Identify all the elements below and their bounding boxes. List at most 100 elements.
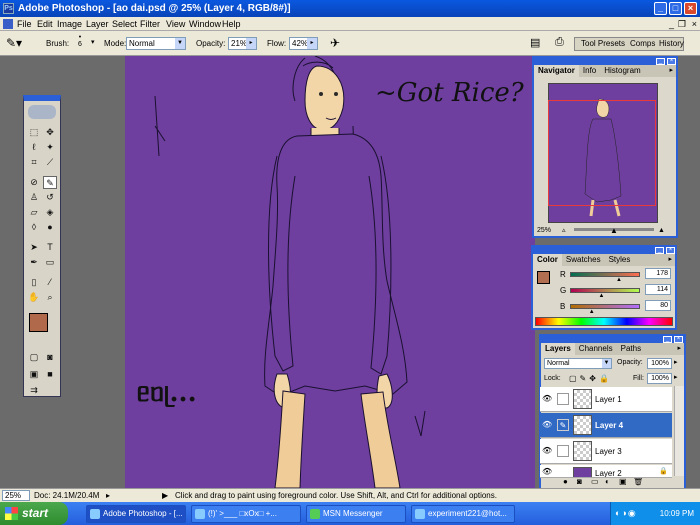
taskbar-item-chat[interactable]: experiment221@hot... [411, 505, 515, 523]
panel-minimize-button[interactable]: _ [656, 58, 665, 65]
healing-brush-tool-icon[interactable]: ⊘ [27, 176, 41, 189]
doc-restore-button[interactable]: ❐ [678, 17, 686, 31]
tab-layers[interactable]: Layers [541, 343, 575, 355]
screen-mode-icon[interactable]: ▣ [27, 368, 41, 381]
hand-tool-icon[interactable]: ✋ [27, 291, 41, 304]
panel-menu-icon[interactable]: ▸ [669, 66, 673, 74]
tab-styles[interactable]: Styles [605, 254, 635, 266]
app-menu-icon[interactable] [3, 19, 13, 29]
chevron-right-icon[interactable]: ▸ [674, 373, 678, 381]
doc-close-button[interactable]: × [692, 17, 697, 31]
tab-info[interactable]: Info [579, 65, 600, 77]
menu-edit[interactable]: Edit [37, 17, 53, 31]
panel-menu-icon[interactable]: ▸ [677, 344, 681, 352]
navigator-zoom-value[interactable]: 25% [537, 225, 551, 236]
tab-paths[interactable]: Paths [617, 343, 645, 355]
panel-menu-icon[interactable]: ▸ [668, 255, 672, 263]
paint-bucket-tool-icon[interactable]: ◈ [43, 206, 57, 219]
pen-tool-icon[interactable]: ✒ [27, 256, 41, 269]
foreground-color-swatch[interactable] [29, 313, 48, 332]
taskbar-item-msn[interactable]: MSN Messenger [306, 505, 406, 523]
dodge-tool-icon[interactable]: ● [43, 221, 57, 234]
mode-select[interactable]: Normal ▼ [126, 37, 186, 50]
link-slot[interactable] [557, 393, 569, 405]
layer-row[interactable]: 👁 ✎ Layer 4 [540, 413, 672, 438]
zoom-slider-thumb[interactable]: ▲ [610, 225, 618, 236]
brush-tool-preset-icon[interactable]: ✎▾ [6, 36, 22, 50]
menu-window[interactable]: Window [189, 17, 221, 31]
print-icon[interactable]: ⎙ [555, 36, 564, 49]
layer-row[interactable]: 👁 Layer 2 🔒 [540, 465, 672, 478]
quick-mask-mode-icon[interactable]: ◙ [43, 351, 57, 364]
brush-picker-arrow-icon[interactable]: ▾ [91, 38, 95, 46]
slice-tool-icon[interactable]: ⟋ [43, 156, 57, 169]
start-button[interactable]: start [0, 502, 68, 525]
menu-select[interactable]: Select [112, 17, 137, 31]
status-doc-size[interactable]: Doc: 24.1M/20.4M [34, 489, 99, 502]
tab-channels[interactable]: Channels [575, 343, 617, 355]
menu-help[interactable]: Help [222, 17, 241, 31]
panel-close-button[interactable]: × [666, 247, 675, 254]
tray-icons[interactable]: ◐◑◉ [615, 502, 637, 525]
flow-field[interactable]: 42% ▸ [289, 37, 318, 50]
crop-tool-icon[interactable]: ⌗ [27, 156, 41, 169]
layer-row[interactable]: 👁 Layer 1 [540, 387, 672, 412]
palette-well-tool-presets[interactable]: Tool Presets [581, 38, 625, 50]
zoom-in-icon[interactable]: ▲ [658, 225, 665, 236]
channel-b-value[interactable]: 80 [645, 300, 671, 311]
channel-g-slider[interactable] [570, 288, 640, 293]
palette-well-comps[interactable]: Comps [630, 38, 655, 50]
blur-tool-icon[interactable]: ◊ [27, 221, 41, 234]
clone-stamp-tool-icon[interactable]: ♙ [27, 191, 41, 204]
brush-icon[interactable]: ✎ [557, 419, 569, 431]
eye-icon[interactable]: 👁 [542, 394, 554, 404]
type-tool-icon[interactable]: T [43, 241, 57, 254]
panel-close-button[interactable]: × [674, 336, 683, 343]
path-selection-tool-icon[interactable]: ➤ [27, 241, 41, 254]
panel-close-button[interactable]: × [667, 58, 676, 65]
channel-b-slider[interactable] [570, 304, 640, 309]
doc-minimize-button[interactable]: _ [669, 17, 674, 31]
lasso-tool-icon[interactable]: ℓ [27, 141, 41, 154]
magic-wand-tool-icon[interactable]: ✦ [43, 141, 57, 154]
brush-picker[interactable]: • 6 [76, 34, 84, 48]
layer-opacity-field[interactable]: 100% [647, 358, 672, 369]
menu-filter[interactable]: Filter [140, 17, 160, 31]
menu-file[interactable]: File [17, 17, 32, 31]
blend-mode-select[interactable]: Normal ▼ [544, 358, 612, 369]
layer-row[interactable]: 👁 Layer 3 [540, 439, 672, 464]
tab-histogram[interactable]: Histogram [600, 65, 644, 77]
eye-icon[interactable]: 👁 [542, 420, 554, 430]
tab-color[interactable]: Color [533, 254, 562, 266]
fullscreen-mode-icon[interactable]: ■ [43, 368, 57, 381]
panel-minimize-button[interactable]: _ [663, 336, 672, 343]
marquee-tool-icon[interactable]: ⬚ [27, 126, 41, 139]
rectangle-tool-icon[interactable]: ▭ [43, 256, 57, 269]
channel-r-slider[interactable] [570, 272, 640, 277]
color-fg-swatch[interactable] [537, 271, 550, 284]
eraser-tool-icon[interactable]: ▱ [27, 206, 41, 219]
eye-icon[interactable]: 👁 [542, 446, 554, 456]
navigator-view-box[interactable] [548, 100, 656, 206]
zoom-tool-icon[interactable]: ⌕ [43, 291, 57, 304]
zoom-out-icon[interactable]: ▵ [562, 225, 566, 236]
link-slot[interactable] [557, 445, 569, 457]
close-button[interactable]: × [684, 2, 697, 15]
channel-r-thumb[interactable]: ▲ [616, 277, 622, 283]
clock[interactable]: 10:09 PM [660, 509, 694, 518]
notes-tool-icon[interactable]: ▯ [27, 276, 41, 289]
status-zoom-field[interactable]: 25% [2, 490, 30, 501]
document-canvas[interactable]: ~Got Rice? ᥱᥝᥨ... [125, 56, 535, 488]
standard-mode-icon[interactable]: ▢ [27, 351, 41, 364]
status-menu-icon[interactable]: ▸ [106, 489, 110, 502]
maximize-button[interactable]: □ [669, 2, 682, 15]
eyedropper-tool-icon[interactable]: ⁄ [43, 276, 57, 289]
color-ramp[interactable] [535, 317, 673, 326]
eye-icon[interactable]: 👁 [542, 467, 554, 477]
taskbar-item-browser[interactable]: (!)' >___ □xOx□ +... [191, 505, 301, 523]
channel-b-thumb[interactable]: ▲ [589, 309, 595, 315]
channel-r-value[interactable]: 178 [645, 268, 671, 279]
layers-scrollbar[interactable] [674, 386, 684, 476]
fill-field[interactable]: 100% [647, 373, 672, 384]
channel-g-thumb[interactable]: ▲ [599, 293, 605, 299]
